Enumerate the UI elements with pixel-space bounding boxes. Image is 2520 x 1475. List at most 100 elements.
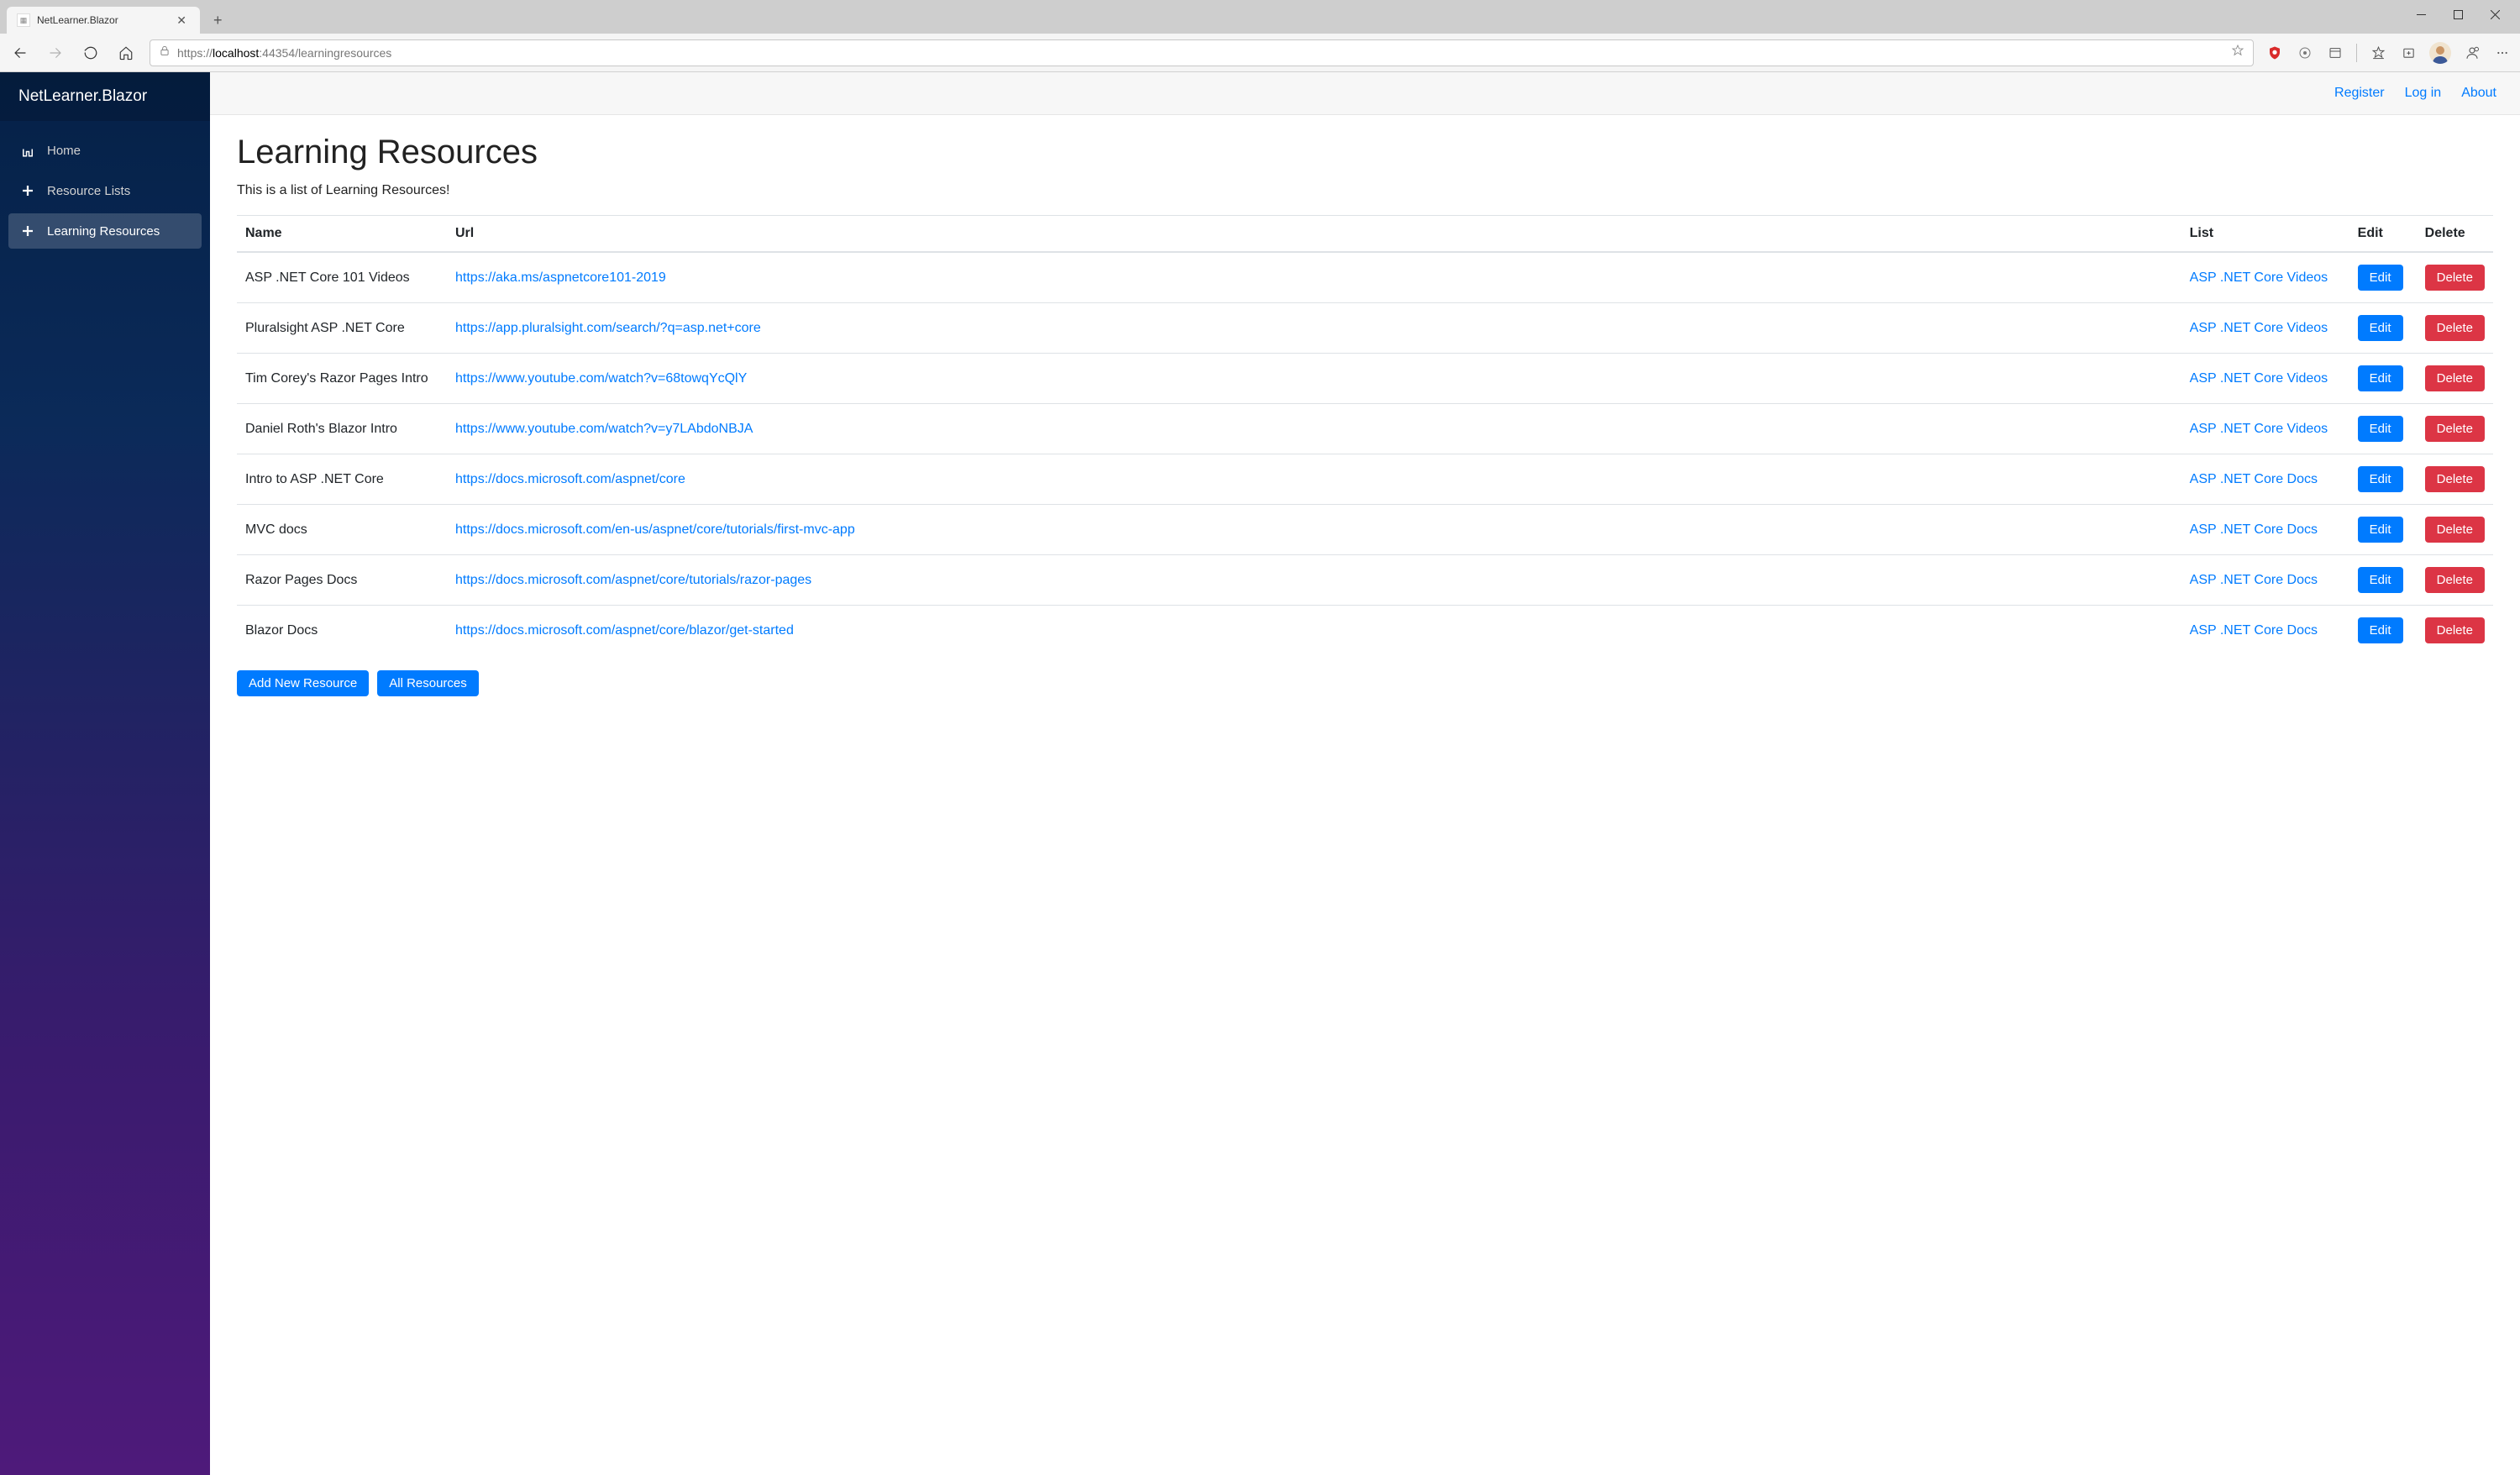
- toolbar-divider: [2356, 44, 2357, 62]
- extension-ublock-icon[interactable]: [2265, 44, 2284, 62]
- edit-button[interactable]: Edit: [2358, 315, 2403, 341]
- resource-url-link[interactable]: https://www.youtube.com/watch?v=y7LAbdoN…: [455, 422, 753, 436]
- cell-url: https://app.pluralsight.com/search/?q=as…: [447, 303, 2181, 354]
- cell-url: https://aka.ms/aspnetcore101-2019: [447, 252, 2181, 303]
- edit-button[interactable]: Edit: [2358, 265, 2403, 291]
- cell-delete: Delete: [2417, 555, 2493, 606]
- register-link[interactable]: Register: [2334, 86, 2385, 101]
- window-close-button[interactable]: [2476, 2, 2513, 27]
- cell-list: ASP .NET Core Docs: [2181, 505, 2349, 555]
- resource-url-link[interactable]: https://www.youtube.com/watch?v=68towqYc…: [455, 371, 747, 386]
- resource-url-link[interactable]: https://app.pluralsight.com/search/?q=as…: [455, 321, 761, 335]
- resource-list-link[interactable]: ASP .NET Core Videos: [2190, 371, 2328, 386]
- cell-delete: Delete: [2417, 252, 2493, 303]
- cell-list: ASP .NET Core Docs: [2181, 555, 2349, 606]
- url-scheme: https://: [177, 46, 213, 60]
- tab-close-icon[interactable]: ✕: [173, 12, 190, 29]
- cell-edit: Edit: [2349, 555, 2417, 606]
- cell-edit: Edit: [2349, 505, 2417, 555]
- resource-url-link[interactable]: https://docs.microsoft.com/aspnet/core/t…: [455, 573, 811, 587]
- home-button[interactable]: [114, 41, 138, 65]
- delete-button[interactable]: Delete: [2425, 567, 2485, 593]
- back-button[interactable]: [8, 41, 32, 65]
- table-row: Pluralsight ASP .NET Corehttps://app.plu…: [237, 303, 2493, 354]
- table-row: Blazor Docshttps://docs.microsoft.com/as…: [237, 606, 2493, 656]
- sidebar-item-resource-lists[interactable]: Resource Lists: [8, 173, 202, 208]
- cell-url: https://www.youtube.com/watch?v=y7LAbdoN…: [447, 404, 2181, 454]
- browser-tab[interactable]: ▦ NetLearner.Blazor ✕: [7, 7, 200, 34]
- window-maximize-button[interactable]: [2439, 2, 2476, 27]
- collections-icon[interactable]: [2399, 44, 2418, 62]
- forward-button[interactable]: [44, 41, 67, 65]
- brand[interactable]: NetLearner.Blazor: [0, 72, 210, 121]
- resource-url-link[interactable]: https://aka.ms/aspnetcore101-2019: [455, 270, 666, 285]
- resource-list-link[interactable]: ASP .NET Core Videos: [2190, 270, 2328, 285]
- new-tab-button[interactable]: +: [207, 8, 229, 33]
- window-minimize-button[interactable]: [2402, 2, 2439, 27]
- cell-name: Razor Pages Docs: [237, 555, 447, 606]
- th-edit: Edit: [2349, 216, 2417, 253]
- extension-icon[interactable]: [2296, 44, 2314, 62]
- add-new-resource-button[interactable]: Add New Resource: [237, 670, 369, 696]
- reading-view-icon[interactable]: [2326, 44, 2344, 62]
- delete-button[interactable]: Delete: [2425, 365, 2485, 391]
- refresh-button[interactable]: [79, 41, 102, 65]
- menu-icon[interactable]: [2493, 44, 2512, 62]
- resource-list-link[interactable]: ASP .NET Core Docs: [2190, 623, 2318, 638]
- cell-name: Tim Corey's Razor Pages Intro: [237, 354, 447, 404]
- edit-button[interactable]: Edit: [2358, 466, 2403, 492]
- edit-button[interactable]: Edit: [2358, 617, 2403, 643]
- sidebar-item-learning-resources[interactable]: Learning Resources: [8, 213, 202, 249]
- favorite-star-icon[interactable]: [2231, 44, 2244, 61]
- cell-delete: Delete: [2417, 404, 2493, 454]
- resource-list-link[interactable]: ASP .NET Core Videos: [2190, 422, 2328, 436]
- resource-url-link[interactable]: https://docs.microsoft.com/aspnet/core: [455, 472, 685, 486]
- cell-edit: Edit: [2349, 404, 2417, 454]
- cell-delete: Delete: [2417, 454, 2493, 505]
- cell-delete: Delete: [2417, 505, 2493, 555]
- cell-url: https://docs.microsoft.com/aspnet/core/t…: [447, 555, 2181, 606]
- feedback-icon[interactable]: [2463, 44, 2481, 62]
- cell-list: ASP .NET Core Videos: [2181, 354, 2349, 404]
- plus-icon: [20, 223, 35, 239]
- resource-list-link[interactable]: ASP .NET Core Docs: [2190, 573, 2318, 587]
- delete-button[interactable]: Delete: [2425, 416, 2485, 442]
- login-link[interactable]: Log in: [2405, 86, 2442, 101]
- browser-chrome: ▦ NetLearner.Blazor ✕ +: [0, 0, 2520, 72]
- edit-button[interactable]: Edit: [2358, 416, 2403, 442]
- sidebar-item-label: Home: [47, 144, 81, 158]
- table-row: Daniel Roth's Blazor Introhttps://www.yo…: [237, 404, 2493, 454]
- home-icon: <="path d="M3 11l9-8 9 8" fill="none" st…: [20, 143, 35, 158]
- delete-button[interactable]: Delete: [2425, 315, 2485, 341]
- delete-button[interactable]: Delete: [2425, 617, 2485, 643]
- edit-button[interactable]: Edit: [2358, 567, 2403, 593]
- about-link[interactable]: About: [2461, 86, 2496, 101]
- cell-edit: Edit: [2349, 303, 2417, 354]
- edit-button[interactable]: Edit: [2358, 365, 2403, 391]
- resource-url-link[interactable]: https://docs.microsoft.com/aspnet/core/b…: [455, 623, 794, 638]
- resource-list-link[interactable]: ASP .NET Core Videos: [2190, 321, 2328, 335]
- delete-button[interactable]: Delete: [2425, 517, 2485, 543]
- favorites-icon[interactable]: [2369, 44, 2387, 62]
- resource-list-link[interactable]: ASP .NET Core Docs: [2190, 522, 2318, 537]
- address-bar[interactable]: https://localhost:44354/learningresource…: [150, 39, 2254, 66]
- delete-button[interactable]: Delete: [2425, 265, 2485, 291]
- resource-list-link[interactable]: ASP .NET Core Docs: [2190, 472, 2318, 486]
- sidebar-item-label: Learning Resources: [47, 224, 160, 239]
- cell-list: ASP .NET Core Docs: [2181, 606, 2349, 656]
- cell-name: ASP .NET Core 101 Videos: [237, 252, 447, 303]
- table-row: Tim Corey's Razor Pages Intro https://www…: [237, 354, 2493, 404]
- tab-title: NetLearner.Blazor: [37, 14, 166, 26]
- edit-button[interactable]: Edit: [2358, 517, 2403, 543]
- profile-avatar[interactable]: [2429, 42, 2451, 64]
- url-path: :44354/learningresources: [259, 46, 391, 60]
- th-list: List: [2181, 216, 2349, 253]
- all-resources-button[interactable]: All Resources: [377, 670, 479, 696]
- cell-url: https://docs.microsoft.com/aspnet/core/b…: [447, 606, 2181, 656]
- bottom-buttons: Add New Resource All Resources: [237, 670, 2493, 696]
- resource-url-link[interactable]: https://docs.microsoft.com/en-us/aspnet/…: [455, 522, 855, 537]
- delete-button[interactable]: Delete: [2425, 466, 2485, 492]
- main: Register Log in About Learning Resources…: [210, 72, 2520, 1475]
- cell-url: https://docs.microsoft.com/aspnet/core: [447, 454, 2181, 505]
- sidebar-item-home[interactable]: <="path d="M3 11l9-8 9 8" fill="none" st…: [8, 133, 202, 168]
